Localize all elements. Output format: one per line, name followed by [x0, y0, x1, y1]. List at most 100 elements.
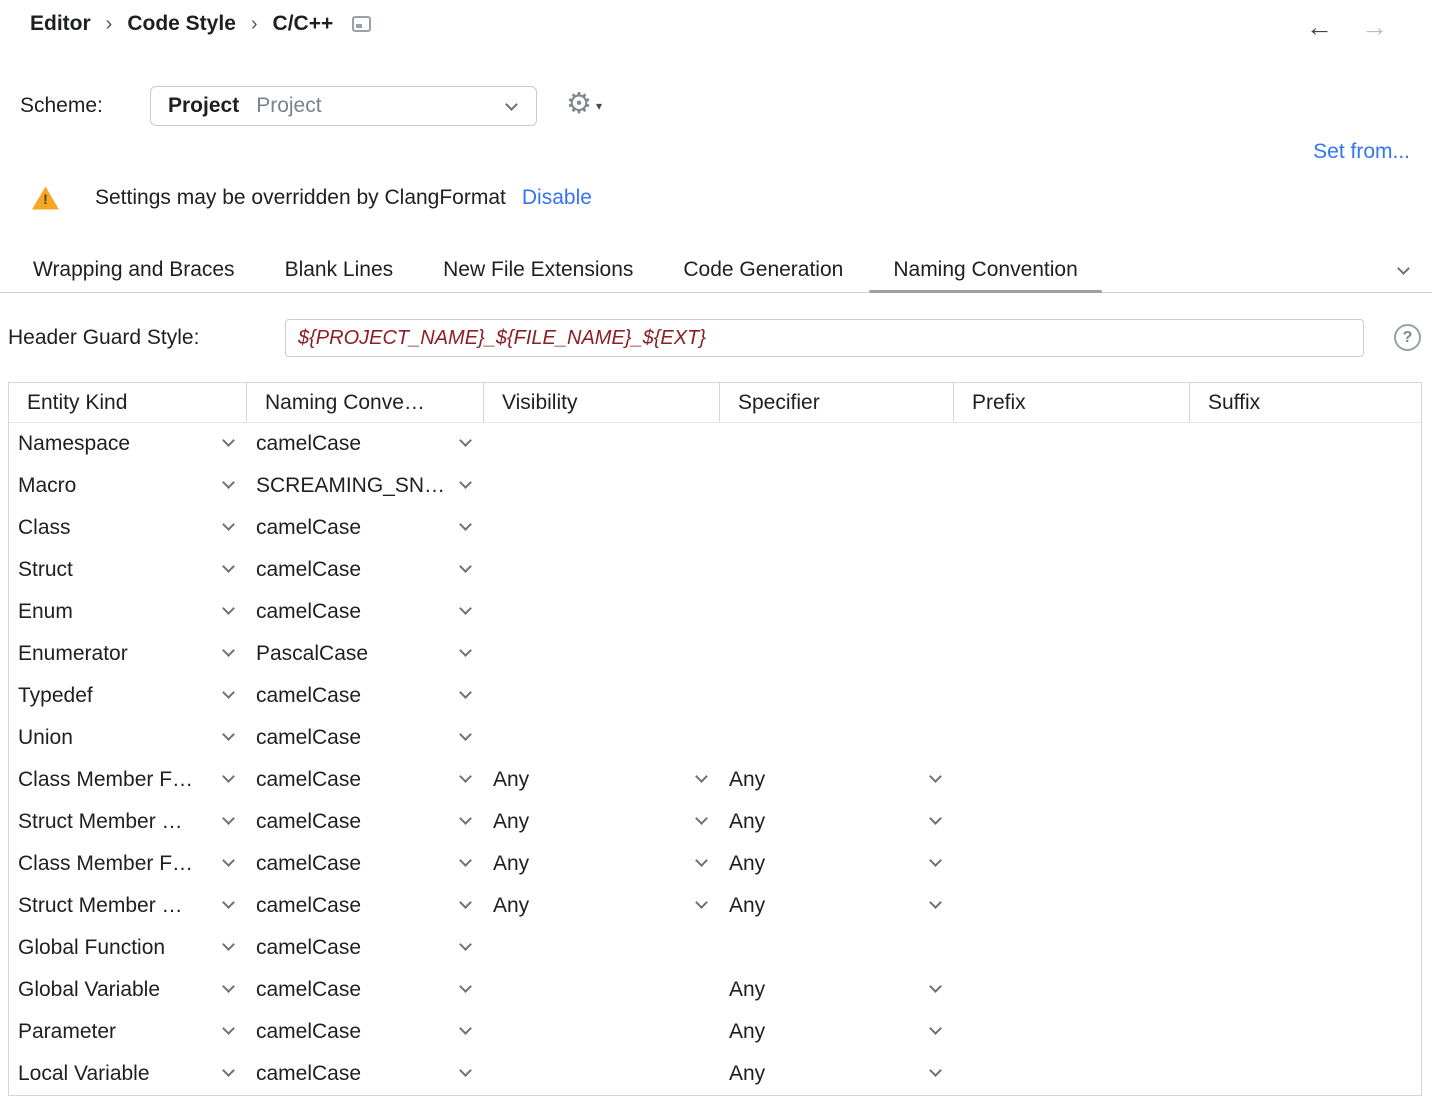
suffix-cell: [1190, 717, 1421, 759]
breadcrumb-item-code-style[interactable]: Code Style: [127, 12, 236, 36]
disable-link[interactable]: Disable: [522, 186, 592, 210]
entity-kind-cell[interactable]: Macro: [9, 465, 247, 507]
naming-convention-cell[interactable]: camelCase: [247, 759, 484, 801]
tab-code-generation[interactable]: Code Generation: [659, 248, 867, 292]
set-from-link[interactable]: Set from...: [1313, 140, 1410, 164]
specifier-cell[interactable]: Any: [720, 969, 954, 1011]
naming-convention-cell[interactable]: camelCase: [247, 591, 484, 633]
chevron-down-icon: [459, 686, 472, 699]
tab-blank-lines[interactable]: Blank Lines: [261, 248, 418, 292]
suffix-cell: [1190, 549, 1421, 591]
column-header-suffix[interactable]: Suffix: [1190, 383, 1421, 422]
tab-naming-convention[interactable]: Naming Convention: [869, 248, 1101, 292]
column-header-specifier[interactable]: Specifier: [720, 383, 954, 422]
scheme-select[interactable]: Project Project: [150, 86, 537, 126]
entity-kind-cell[interactable]: Class Member F…: [9, 843, 247, 885]
specifier-cell[interactable]: Any: [720, 759, 954, 801]
table-row[interactable]: MacroSCREAMING_SN…: [9, 465, 1421, 507]
prefix-cell: [954, 801, 1190, 843]
table-row[interactable]: NamespacecamelCase: [9, 423, 1421, 465]
help-icon[interactable]: ?: [1394, 324, 1421, 351]
naming-convention-cell[interactable]: SCREAMING_SN…: [247, 465, 484, 507]
specifier-cell[interactable]: Any: [720, 885, 954, 927]
naming-convention-cell[interactable]: camelCase: [247, 969, 484, 1011]
column-header-prefix[interactable]: Prefix: [954, 383, 1190, 422]
table-row[interactable]: Struct Member …camelCaseAnyAny: [9, 885, 1421, 927]
table-row[interactable]: Class Member F…camelCaseAnyAny: [9, 843, 1421, 885]
entity-kind-cell[interactable]: Class Member F…: [9, 759, 247, 801]
table-row[interactable]: Class Member F…camelCaseAnyAny: [9, 759, 1421, 801]
table-row[interactable]: Global FunctioncamelCase: [9, 927, 1421, 969]
tab-wrapping-and-braces[interactable]: Wrapping and Braces: [9, 248, 259, 292]
chevron-down-icon: [459, 518, 472, 531]
naming-convention-cell[interactable]: camelCase: [247, 423, 484, 465]
gear-icon[interactable]: ⚙ ▾: [566, 88, 592, 120]
chevron-down-icon: [695, 854, 708, 867]
naming-convention-cell[interactable]: camelCase: [247, 843, 484, 885]
chevron-down-icon: [222, 728, 235, 741]
table-row[interactable]: UnioncamelCase: [9, 717, 1421, 759]
entity-kind-cell[interactable]: Enum: [9, 591, 247, 633]
entity-kind-cell[interactable]: Enumerator: [9, 633, 247, 675]
entity-kind-cell[interactable]: Parameter: [9, 1011, 247, 1053]
table-row[interactable]: Enumerator PascalCase: [9, 633, 1421, 675]
naming-convention-cell[interactable]: camelCase: [247, 885, 484, 927]
chevron-down-icon: [459, 560, 472, 573]
specifier-cell[interactable]: Any: [720, 1053, 954, 1095]
naming-convention-cell[interactable]: camelCase: [247, 1011, 484, 1053]
entity-kind-cell[interactable]: Local Variable: [9, 1053, 247, 1095]
column-header-naming-convention[interactable]: Naming Conve…: [247, 383, 484, 422]
clangformat-warning: ! Settings may be overridden by ClangFor…: [32, 183, 592, 213]
specifier-cell: [720, 549, 954, 591]
table-row[interactable]: Struct Member …camelCaseAnyAny: [9, 801, 1421, 843]
specifier-cell[interactable]: Any: [720, 843, 954, 885]
back-arrow-icon[interactable]: ←: [1306, 12, 1333, 43]
column-header-visibility[interactable]: Visibility: [484, 383, 720, 422]
visibility-cell: [484, 549, 720, 591]
visibility-cell[interactable]: Any: [484, 885, 720, 927]
entity-kind-cell[interactable]: Namespace: [9, 423, 247, 465]
entity-kind-cell[interactable]: Union: [9, 717, 247, 759]
specifier-cell[interactable]: Any: [720, 801, 954, 843]
table-row[interactable]: ClasscamelCase: [9, 507, 1421, 549]
entity-kind-cell[interactable]: Global Variable: [9, 969, 247, 1011]
breadcrumb-item-c-cpp[interactable]: C/C++: [273, 12, 334, 36]
visibility-cell[interactable]: Any: [484, 759, 720, 801]
chevron-down-icon: [695, 770, 708, 783]
prefix-cell: [954, 969, 1190, 1011]
breadcrumb-item-editor[interactable]: Editor: [30, 12, 91, 36]
table-row[interactable]: Local VariablecamelCase Any: [9, 1053, 1421, 1095]
table-row[interactable]: EnumcamelCase: [9, 591, 1421, 633]
table-row[interactable]: TypedefcamelCase: [9, 675, 1421, 717]
tab-new-file-extensions[interactable]: New File Extensions: [419, 248, 657, 292]
naming-convention-cell[interactable]: camelCase: [247, 675, 484, 717]
naming-convention-cell[interactable]: camelCase: [247, 801, 484, 843]
entity-kind-cell[interactable]: Struct Member …: [9, 801, 247, 843]
entity-kind-cell[interactable]: Global Function: [9, 927, 247, 969]
suffix-cell: [1190, 507, 1421, 549]
naming-convention-cell[interactable]: camelCase: [247, 549, 484, 591]
tab-overflow-chevron-down-icon[interactable]: [1397, 262, 1410, 275]
specifier-cell[interactable]: Any: [720, 1011, 954, 1053]
entity-kind-cell[interactable]: Struct: [9, 549, 247, 591]
entity-kind-cell[interactable]: Typedef: [9, 675, 247, 717]
naming-convention-cell[interactable]: camelCase: [247, 1053, 484, 1095]
column-header-entity-kind[interactable]: Entity Kind: [9, 383, 247, 422]
naming-convention-cell[interactable]: camelCase: [247, 507, 484, 549]
naming-convention-cell[interactable]: camelCase: [247, 927, 484, 969]
naming-convention-cell-value: PascalCase: [256, 642, 368, 666]
table-row[interactable]: ParametercamelCase Any: [9, 1011, 1421, 1053]
table-row[interactable]: Global VariablecamelCase Any: [9, 969, 1421, 1011]
header-guard-input[interactable]: [285, 319, 1364, 357]
visibility-cell: [484, 675, 720, 717]
naming-convention-cell[interactable]: PascalCase: [247, 633, 484, 675]
visibility-cell[interactable]: Any: [484, 843, 720, 885]
naming-convention-cell[interactable]: camelCase: [247, 717, 484, 759]
entity-kind-cell[interactable]: Class: [9, 507, 247, 549]
visibility-cell[interactable]: Any: [484, 801, 720, 843]
entity-kind-cell[interactable]: Struct Member …: [9, 885, 247, 927]
chevron-down-icon: [222, 938, 235, 951]
suffix-cell: [1190, 1011, 1421, 1053]
chevron-down-icon: [222, 560, 235, 573]
table-row[interactable]: StructcamelCase: [9, 549, 1421, 591]
